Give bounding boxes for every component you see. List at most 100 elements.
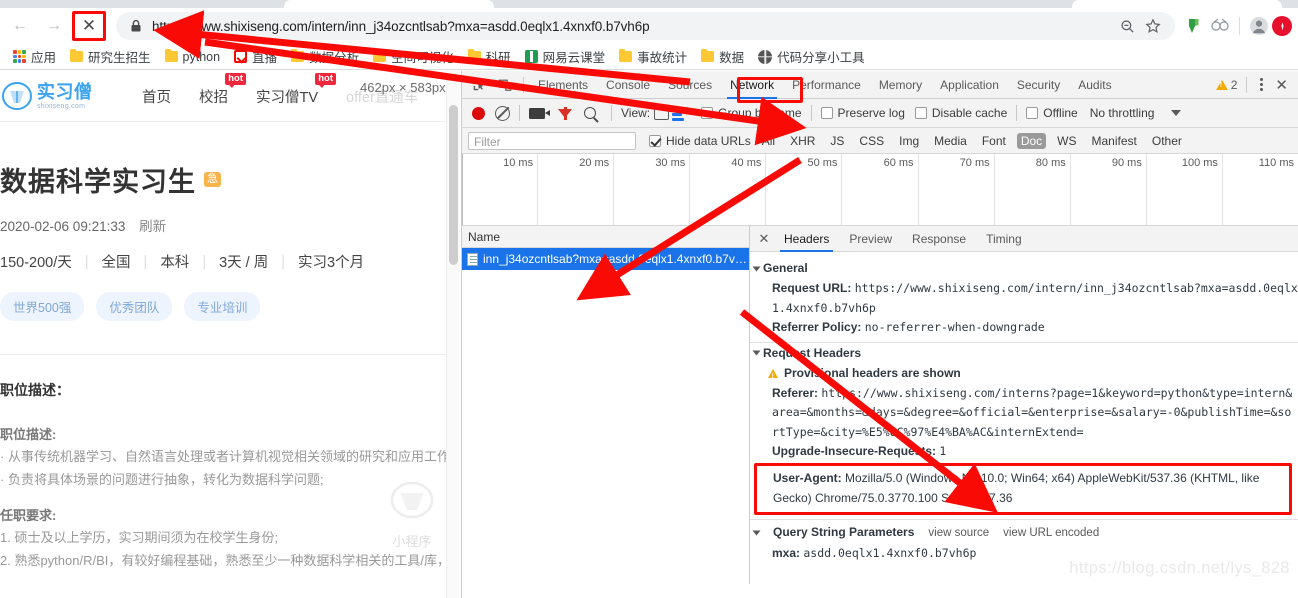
offline-toggle[interactable]: Offline xyxy=(1026,106,1078,120)
section-request-headers[interactable]: Request Headers xyxy=(750,343,1298,364)
record-dot-icon[interactable] xyxy=(472,106,485,120)
view-source-link[interactable]: view source xyxy=(928,524,989,543)
filter-type-other[interactable]: Other xyxy=(1148,133,1186,149)
browser-tab[interactable] xyxy=(284,0,494,8)
job-description: 职位描述: · 从事传统机器学习、自然语言处理或者计算机视觉相关领域的研究和应用… xyxy=(0,424,460,572)
tab-memory[interactable]: Memory xyxy=(870,71,931,99)
search-icon[interactable] xyxy=(584,107,596,119)
bookmark-item[interactable]: 事故统计 xyxy=(612,45,694,68)
avatar[interactable] xyxy=(1246,13,1272,39)
view-url-encoded-link[interactable]: view URL encoded xyxy=(1003,524,1099,543)
chevron-down-icon[interactable] xyxy=(752,266,761,272)
checkbox[interactable] xyxy=(820,107,833,119)
zoom-out-icon[interactable] xyxy=(1115,14,1139,38)
warning-count[interactable]: 2 xyxy=(1215,78,1237,92)
filter-type-css[interactable]: CSS xyxy=(855,133,888,149)
tab-console[interactable]: Console xyxy=(597,71,659,99)
filter-type-doc[interactable]: Doc xyxy=(1016,132,1047,149)
tab-application[interactable]: Application xyxy=(931,71,1008,99)
disable-cache-toggle[interactable]: Disable cache xyxy=(914,106,1007,120)
bookmark-item[interactable]: 代码分享小工具 xyxy=(751,45,872,68)
bookmark-item[interactable]: 数据 xyxy=(694,45,751,68)
tab-preview[interactable]: Preview xyxy=(839,226,902,252)
view-waterfall-icon[interactable] xyxy=(672,107,688,121)
view-list-icon[interactable] xyxy=(654,106,670,120)
checkbox[interactable] xyxy=(914,107,927,119)
bookmark-star-icon[interactable] xyxy=(1141,14,1165,38)
address-bar[interactable]: https://www.shixiseng.com/intern/inn_j34… xyxy=(116,12,1175,40)
clear-icon[interactable] xyxy=(495,105,510,121)
chevron-down-icon[interactable] xyxy=(1171,110,1182,116)
filter-input[interactable]: Filter xyxy=(468,131,636,150)
funnel-icon[interactable] xyxy=(558,107,572,120)
more-options-icon[interactable] xyxy=(1256,74,1267,95)
bookmark-item[interactable]: 空间可视化 xyxy=(366,45,461,68)
filter-type-manifest[interactable]: Manifest xyxy=(1088,133,1141,149)
provisional-headers-warning: Provisional headers are shown xyxy=(750,364,1298,383)
section-general[interactable]: General xyxy=(750,258,1298,279)
view-mode-buttons[interactable] xyxy=(654,106,688,121)
table-row[interactable]: inn_j34ozcntlsab?mxa=asdd.0eqlx1.4xnxf0.… xyxy=(462,248,749,270)
filter-type-all[interactable]: All xyxy=(758,133,779,149)
tab-response[interactable]: Response xyxy=(902,226,976,252)
group-by-frame-toggle[interactable]: Group by frame xyxy=(701,106,802,120)
extension-icon-1[interactable] xyxy=(1181,12,1207,40)
upgrade-key: Upgrade-Insecure-Requests: xyxy=(772,443,937,458)
filter-type-xhr[interactable]: XHR xyxy=(786,133,819,149)
browser-tab-strip[interactable] xyxy=(0,0,1298,8)
refresh-link[interactable]: 刷新 xyxy=(139,219,166,234)
scrollbar-thumb[interactable] xyxy=(449,105,458,265)
request-list: Name inn_j34ozcntlsab?mxa=asdd.0eqlx1.4x… xyxy=(462,226,750,584)
checkbox[interactable] xyxy=(649,134,661,147)
back-button[interactable]: ← xyxy=(6,12,34,40)
site-nav-campus[interactable]: 校招 hot xyxy=(199,72,246,107)
bookmark-item[interactable]: 网易云课堂 xyxy=(518,45,613,68)
site-nav-tv[interactable]: 实习僧TV hot xyxy=(256,72,337,107)
tab-timing[interactable]: Timing xyxy=(976,226,1032,252)
filter-type-ws[interactable]: WS xyxy=(1053,133,1080,149)
forward-button[interactable]: → xyxy=(40,12,68,40)
close-detail-icon[interactable]: ✕ xyxy=(754,231,774,247)
section-title: 职位描述： xyxy=(0,382,70,398)
tab-network[interactable]: Network xyxy=(721,71,783,99)
bookmark-item[interactable]: 直播 xyxy=(227,45,284,68)
section-query-string[interactable]: Query String Parameters view source view… xyxy=(750,520,1298,543)
extension-icon-2[interactable] xyxy=(1207,12,1233,40)
extension-icon-3[interactable] xyxy=(1272,16,1292,36)
tab-sources[interactable]: Sources xyxy=(659,71,721,99)
toggle-device-toolbar-icon[interactable] xyxy=(492,72,518,98)
camera-icon[interactable] xyxy=(529,107,550,119)
filter-type-js[interactable]: JS xyxy=(826,133,848,149)
bookmark-item[interactable]: python xyxy=(158,48,228,66)
filter-type-img[interactable]: Img xyxy=(895,133,923,149)
chevron-down-icon[interactable] xyxy=(752,530,761,536)
stop-loading-button[interactable]: ✕ xyxy=(72,11,106,41)
bookmark-item[interactable]: 研究生招生 xyxy=(63,45,158,68)
tick-label: 20 ms xyxy=(579,157,610,169)
tab-elements[interactable]: Elements xyxy=(529,71,597,99)
chevron-down-icon[interactable] xyxy=(752,350,761,356)
filter-type-media[interactable]: Media xyxy=(930,133,971,149)
checkbox[interactable] xyxy=(1026,107,1039,119)
bookmark-item[interactable]: 科研 xyxy=(461,45,518,68)
tab-performance[interactable]: Performance xyxy=(783,71,870,99)
checkbox[interactable] xyxy=(701,107,714,119)
inspect-element-icon[interactable] xyxy=(466,72,492,98)
tab-headers[interactable]: Headers xyxy=(774,226,839,252)
site-logo[interactable]: 实习僧 shixiseng.com xyxy=(2,82,114,110)
network-overview-timeline[interactable]: 10 ms 20 ms 30 ms 40 ms 50 ms 60 ms 70 m… xyxy=(462,154,1298,226)
preserve-log-toggle[interactable]: Preserve log xyxy=(820,106,905,120)
tab-security[interactable]: Security xyxy=(1008,71,1069,99)
browser-tab[interactable] xyxy=(1072,0,1282,8)
bookmark-apps[interactable]: 应用 xyxy=(6,45,63,68)
tab-audits[interactable]: Audits xyxy=(1069,71,1120,99)
close-devtools-icon[interactable]: ✕ xyxy=(1271,76,1292,94)
site-nav-home[interactable]: 首页 xyxy=(142,86,171,107)
filter-type-font[interactable]: Font xyxy=(978,133,1010,149)
hide-data-urls-toggle[interactable]: Hide data URLs xyxy=(649,134,751,148)
timeline-tick: 110 ms xyxy=(1223,154,1298,225)
bookmark-item[interactable]: 数据分析 xyxy=(284,45,366,68)
throttling-select[interactable]: No throttling xyxy=(1090,106,1182,120)
page-scrollbar[interactable] xyxy=(446,71,460,598)
nav-label: 首页 xyxy=(142,89,171,106)
